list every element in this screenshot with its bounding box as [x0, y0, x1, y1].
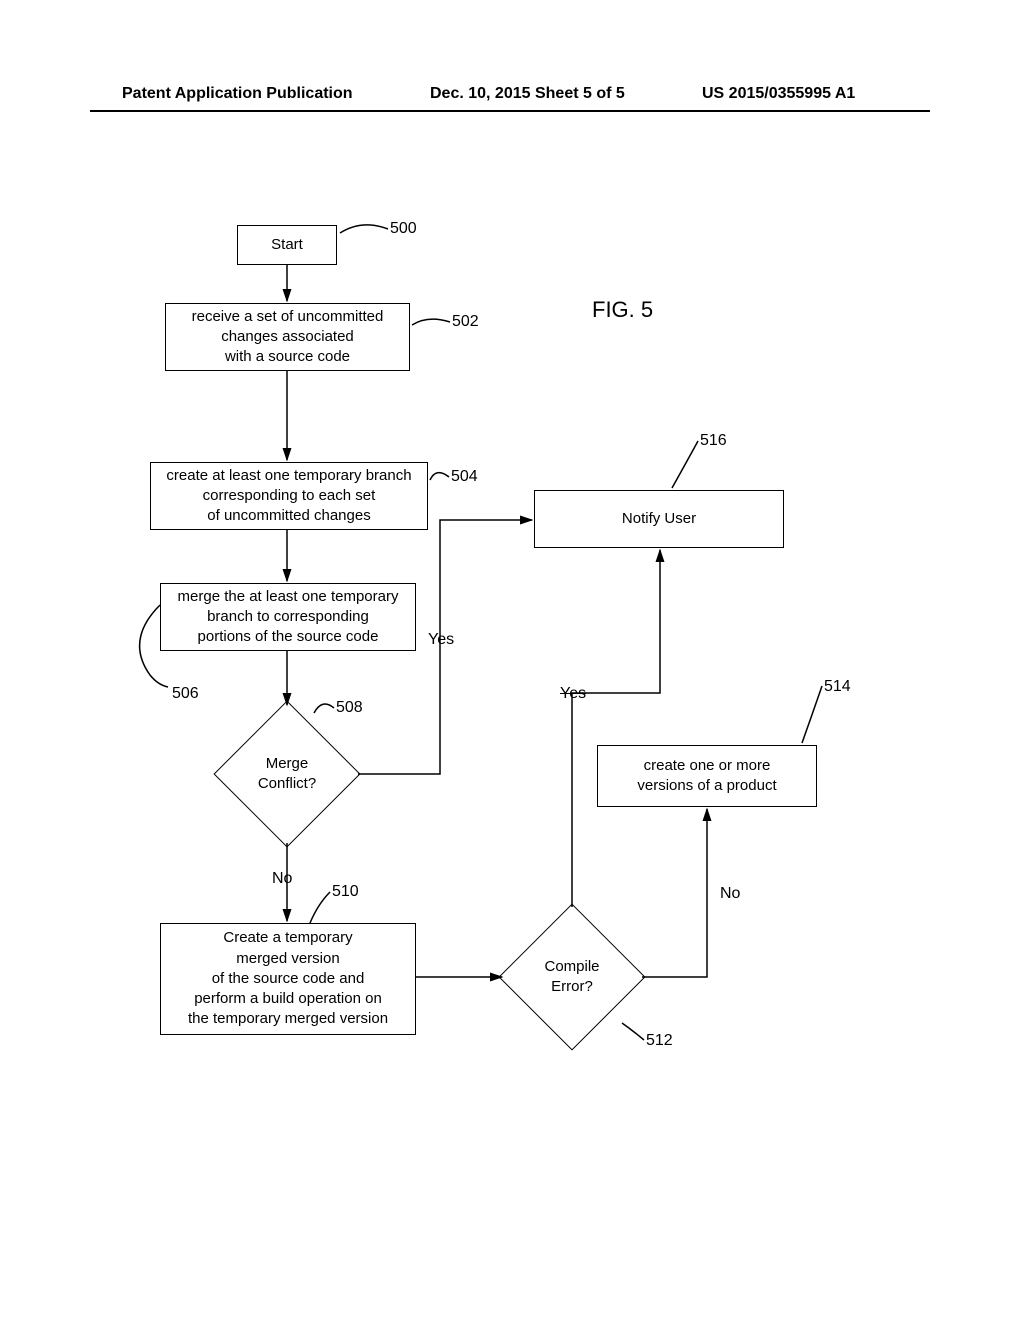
ref-506: 506	[172, 685, 199, 703]
ref-512: 512	[646, 1032, 673, 1050]
node-notify: Notify User	[534, 490, 784, 548]
node-start-text: Start	[271, 235, 303, 255]
ref-500: 500	[390, 220, 417, 238]
ref-504: 504	[451, 468, 478, 486]
ref-508: 508	[336, 699, 363, 717]
node-build-text: Create a temporary merged version of the…	[188, 928, 388, 1029]
edge-yes-compile: Yes	[560, 685, 586, 703]
header-right: US 2015/0355995 A1	[702, 85, 855, 103]
edge-no-compile: No	[720, 885, 740, 903]
node-receive: receive a set of uncommitted changes ass…	[165, 303, 410, 371]
figure-label: FIG. 5	[592, 297, 653, 323]
header-rule	[90, 110, 930, 112]
node-compile-error-text: Compile Error?	[544, 957, 599, 998]
edge-yes-merge: Yes	[428, 631, 454, 649]
edge-no-merge: No	[272, 870, 292, 888]
node-create-versions: create one or more versions of a product	[597, 745, 817, 807]
node-create-versions-text: create one or more versions of a product	[637, 756, 776, 797]
ref-502: 502	[452, 313, 479, 331]
node-merge-conflict-text: Merge Conflict?	[258, 754, 316, 795]
ref-510: 510	[332, 883, 359, 901]
node-build: Create a temporary merged version of the…	[160, 923, 416, 1035]
node-notify-text: Notify User	[622, 509, 696, 529]
node-start: Start	[237, 225, 337, 265]
node-receive-text: receive a set of uncommitted changes ass…	[192, 307, 384, 368]
node-create-branch-text: create at least one temporary branch cor…	[166, 466, 411, 527]
node-merge-text: merge the at least one temporary branch …	[178, 587, 399, 648]
ref-516: 516	[700, 432, 727, 450]
header-left: Patent Application Publication	[122, 85, 353, 103]
node-compile-error: Compile Error?	[497, 902, 647, 1052]
node-create-branch: create at least one temporary branch cor…	[150, 462, 428, 530]
flowchart: FIG. 5 Start receive a set of uncommitte…	[0, 185, 1024, 1165]
ref-514: 514	[824, 678, 851, 696]
node-merge: merge the at least one temporary branch …	[160, 583, 416, 651]
header-center: Dec. 10, 2015 Sheet 5 of 5	[430, 85, 625, 103]
node-merge-conflict: Merge Conflict?	[212, 699, 362, 849]
